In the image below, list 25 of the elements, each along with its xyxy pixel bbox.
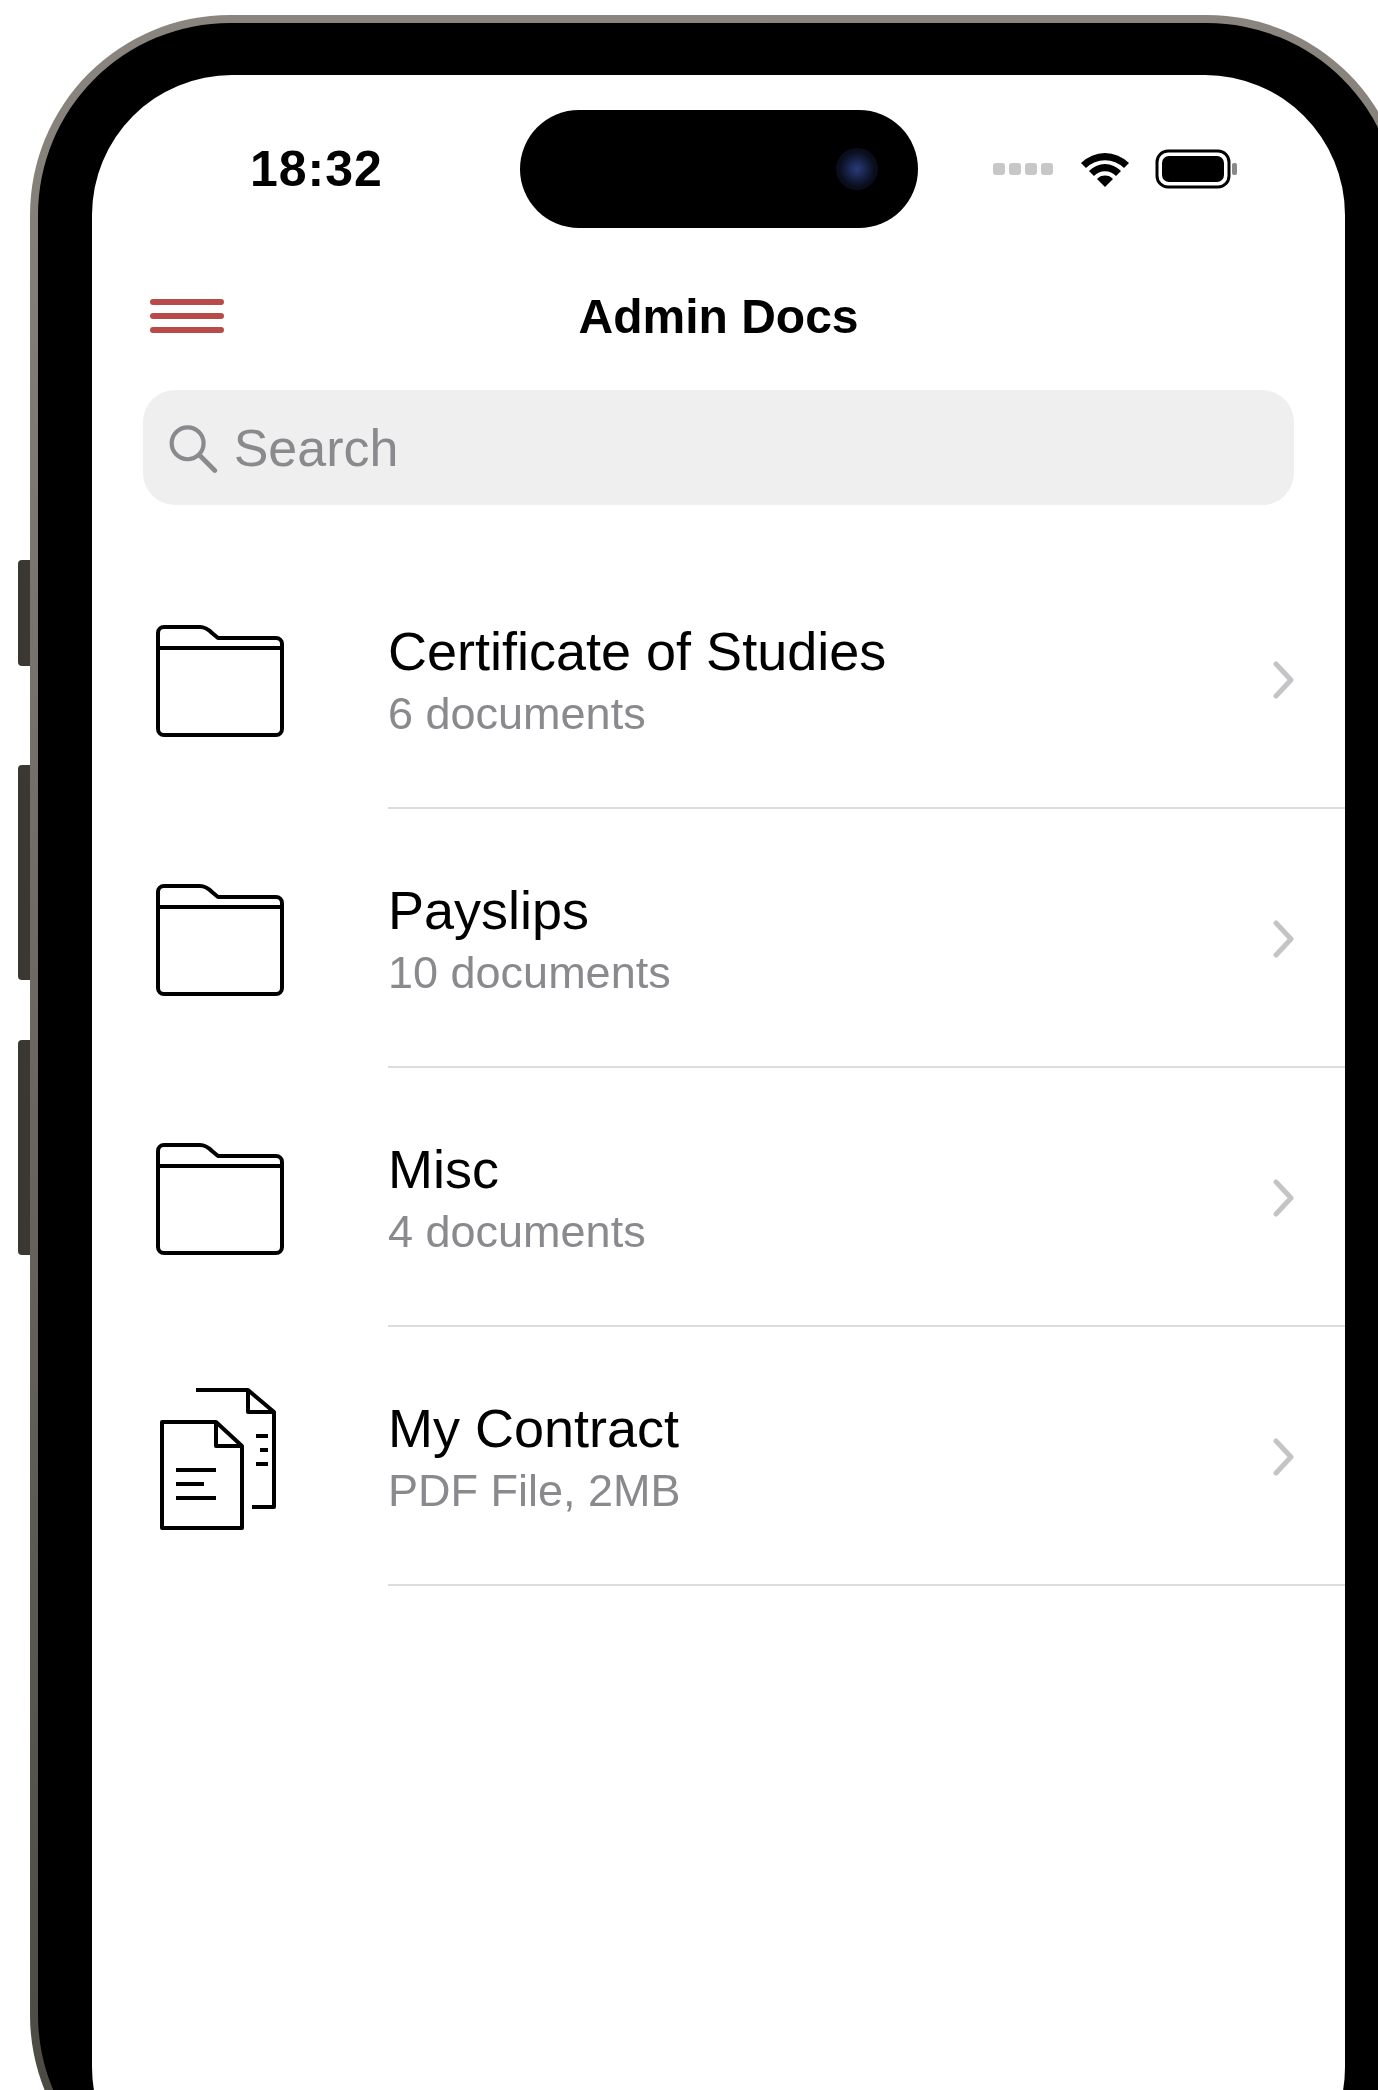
search-field[interactable]: Search — [231, 416, 1270, 479]
battery-icon — [1155, 149, 1239, 189]
item-title: Misc — [388, 1137, 500, 1200]
list-item[interactable]: Misc 4 documents — [92, 1068, 1345, 1327]
chevron-icon — [1273, 660, 1295, 699]
chevron-icon — [1273, 919, 1295, 958]
status-time: 18:32 — [250, 140, 384, 198]
item-subtitle: 10 documents — [388, 946, 672, 999]
signal-icon — [993, 163, 1055, 175]
item-title: Certificate of Studies — [388, 619, 888, 682]
item-subtitle: 4 documents — [388, 1205, 647, 1258]
item-title: My Contract — [388, 1396, 681, 1459]
camera-icon — [836, 148, 878, 190]
search-bar[interactable]: Search — [143, 390, 1294, 505]
item-subtitle: 6 documents — [388, 687, 647, 740]
chevron-icon — [1273, 1178, 1295, 1217]
menu-button[interactable] — [150, 298, 224, 334]
list-item[interactable]: My Contract PDF File, 2MB — [92, 1327, 1345, 1586]
list-item[interactable]: Certificate of Studies 6 documents — [92, 550, 1345, 809]
item-subtitle: PDF File, 2MB — [388, 1464, 682, 1517]
chevron-icon — [1273, 1437, 1295, 1476]
list-item[interactable]: Payslips 10 documents — [92, 809, 1345, 1068]
wifi-icon — [1081, 151, 1129, 187]
screen-title: Admin Docs — [578, 288, 859, 344]
item-title: Payslips — [388, 878, 591, 941]
